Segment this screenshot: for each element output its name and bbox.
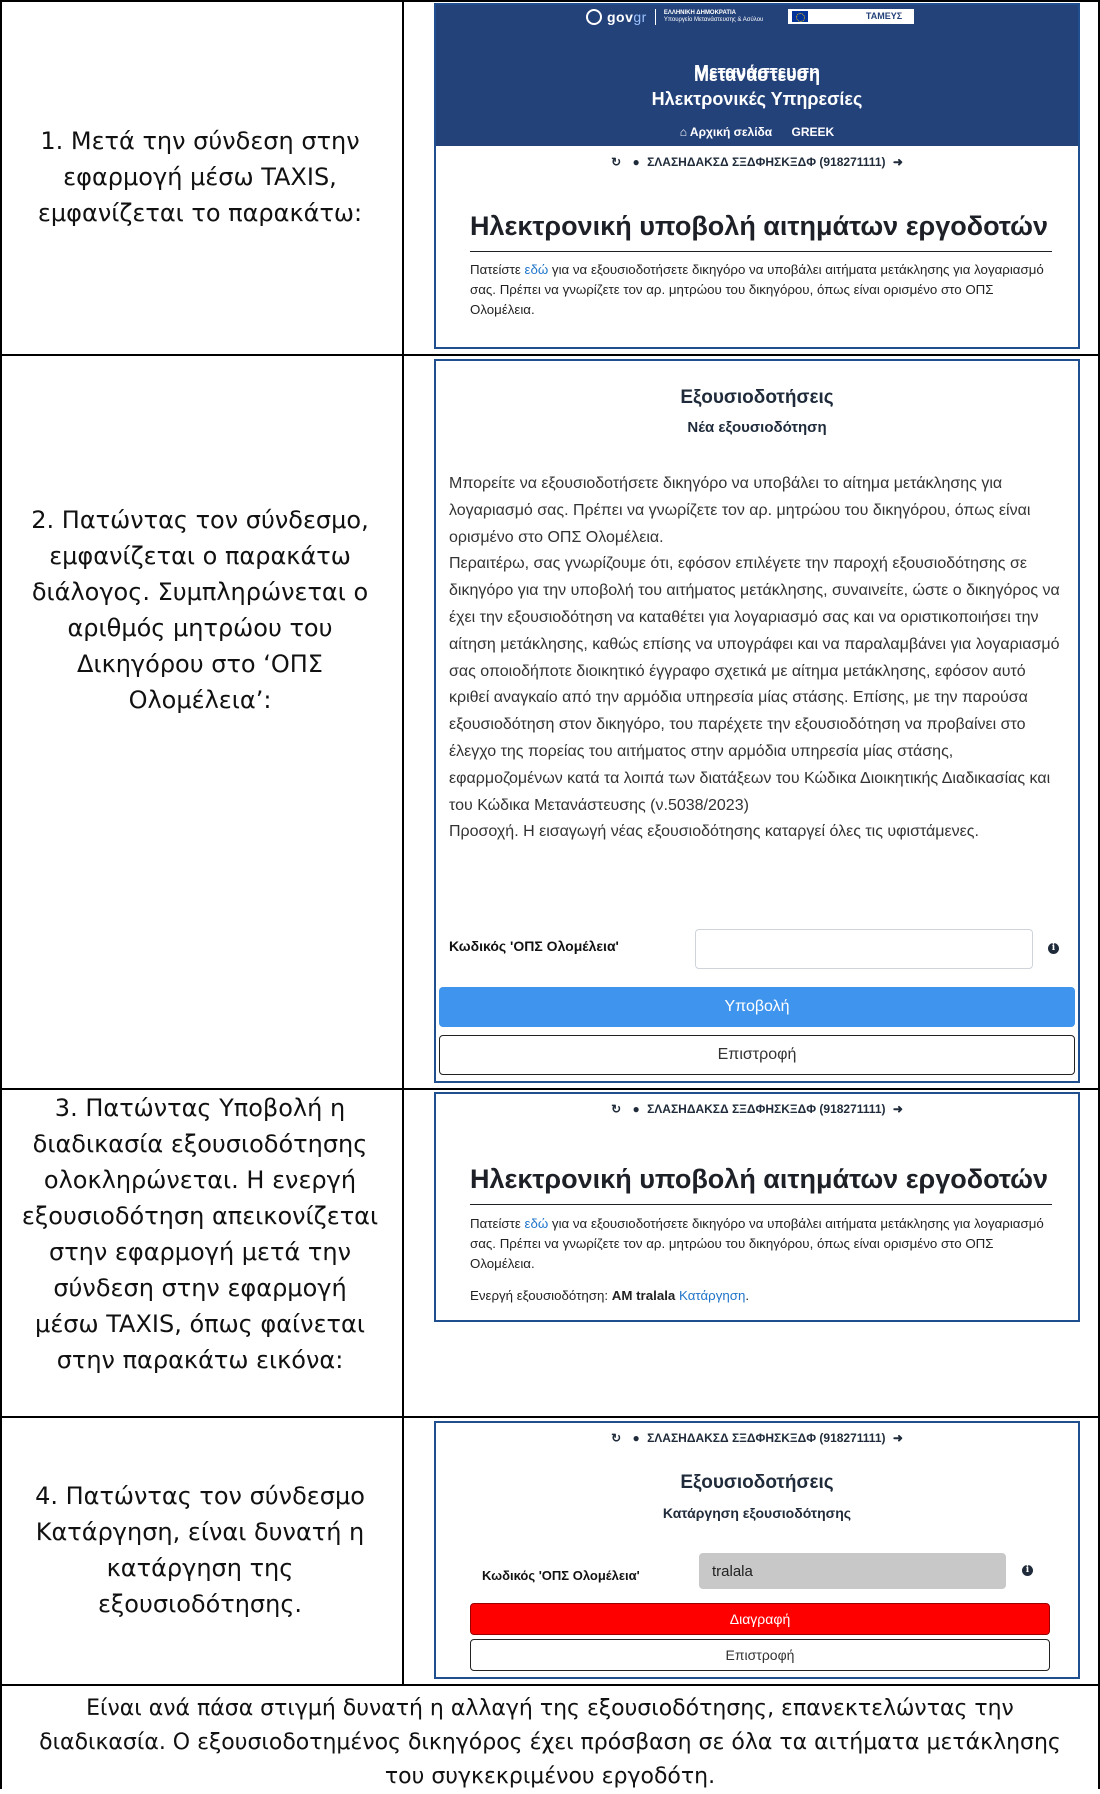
info-icon[interactable]: i: [1048, 943, 1059, 954]
back-button[interactable]: Επιστροφή: [439, 1035, 1075, 1075]
consent-text: Μπορείτε να εξουσιοδοτήσετε δικηγόρο να …: [449, 475, 1060, 841]
page-heading: Ηλεκτρονική υποβολή αιτημάτων εργοδοτών: [470, 1164, 1048, 1194]
portal-title-1: Μετανάστευση: [694, 65, 820, 85]
portal-nav-links: ⌂ Αρχική σελίδα GREEK: [436, 125, 1078, 139]
dialog-title: Εξουσιοδοτήσεις: [680, 1472, 834, 1493]
intro-text-end: για να εξουσιοδοτήσετε δικηγόρο να υποβά…: [470, 1216, 1044, 1271]
opsolomeleia-label: Κωδικός 'ΟΠΣ Ολομέλεια': [449, 938, 619, 954]
logout-icon[interactable]: ➜: [893, 1102, 903, 1116]
active-authorization-line: Ενεργή εξουσιοδότηση: AM tralala Κατάργη…: [470, 1286, 1052, 1306]
step-4-text: 4. Πατώντας τον σύνδεσμο Κατάργηση, είνα…: [35, 1482, 365, 1618]
step-1-cell: 1. Μετά την σύνδεση στην εφαρμογή μέσω T…: [0, 0, 400, 354]
dialog-subtitle: Κατάργηση εξουσιοδότησης: [662, 1505, 852, 1521]
opsolomeleia-value: tralala: [712, 1563, 753, 1580]
intro-paragraph: Πατείστε εδώ για να εξουσιοδοτήσετε δικη…: [470, 260, 1052, 320]
gov-logo[interactable]: govgr ΕΛΛΗΝΙΚΗ ΔΗΜΟΚΡΑΤΙΑ Υπουργείο Μεταν…: [586, 9, 763, 25]
step-2-text: 2. Πατώντας τον σύνδεσμο, εμφανίζεται ο …: [31, 506, 369, 714]
refresh-icon[interactable]: ↻: [611, 1102, 621, 1116]
refresh-icon[interactable]: ↻: [611, 155, 621, 169]
logo-divider: [654, 9, 656, 25]
dialog-title: Εξουσιοδοτήσεις: [680, 387, 834, 408]
eu-flag-icon: [792, 11, 808, 22]
user-icon: ●: [632, 155, 640, 169]
info-icon[interactable]: i: [1022, 1565, 1033, 1576]
active-label: Ενεργή εξουσιοδότηση:: [470, 1288, 612, 1303]
step-3-text: 3. Πατώντας Υποβολή η διαδικασία εξουσιο…: [21, 1094, 379, 1374]
revoke-authorization-dialog: ↻ ● ΣΛΑΣΗΔΑΚΣΔ ΣΞΔΦΗΣΚΞΔΦ (918271111) ➜ …: [434, 1421, 1080, 1679]
user-icon: ●: [632, 1102, 640, 1116]
intro-text-start: Πατείστε: [470, 262, 525, 277]
footer-text: Είναι ανά πάσα στιγμή δυνατή η αλλαγή τη…: [39, 1696, 1061, 1789]
step-1-text: 1. Μετά την σύνδεση στην εφαρμογή μέσω T…: [37, 127, 363, 227]
user-bar: ↻ ● ΣΛΑΣΗΔΑΚΣΔ ΣΞΔΦΗΣΚΞΔΦ (918271111) ➜: [436, 1102, 1078, 1116]
tameio-logo: ΤΑΜΕΥΣ: [854, 9, 914, 24]
authorize-link[interactable]: εδώ: [525, 262, 549, 277]
user-icon: ●: [632, 1431, 640, 1445]
active-value: AM tralala: [611, 1288, 676, 1303]
gov-logo-gr: gr: [633, 9, 647, 25]
submit-button[interactable]: Υποβολή: [439, 987, 1075, 1027]
user-bar: ↻ ● ΣΛΑΣΗΔΑΚΣΔ ΣΞΔΦΗΣΚΞΔΦ (918271111) ➜: [436, 155, 1078, 169]
user-bar: ↻ ● ΣΛΑΣΗΔΑΚΣΔ ΣΞΔΦΗΣΚΞΔΦ (918271111) ➜: [436, 1431, 1078, 1445]
refresh-icon[interactable]: ↻: [611, 1431, 621, 1445]
portal-title-block: Μετανάστευση Ηλεκτρονικές Υπηρεσίες: [436, 63, 1078, 111]
republic-name: ΕΛΛΗΝΙΚΗ ΔΗΜΟΚΡΑΤΙΑ: [663, 10, 736, 16]
user-name: ΣΛΑΣΗΔΑΚΣΔ ΣΞΔΦΗΣΚΞΔΦ (918271111): [647, 1431, 886, 1445]
delete-button[interactable]: Διαγραφή: [470, 1603, 1050, 1635]
step-2-cell: 2. Πατώντας τον σύνδεσμο, εμφανίζεται ο …: [0, 354, 400, 1088]
dialog-subtitle: Νέα εξουσιοδότηση: [687, 419, 827, 436]
intro-text-start: Πατείστε: [470, 1216, 525, 1231]
opsolomeleia-input: tralala: [699, 1553, 1006, 1589]
opsolomeleia-input[interactable]: [695, 929, 1033, 969]
heading-rule: [470, 1204, 1052, 1205]
step-3-cell: 3. Πατώντας Υποβολή η διαδικασία εξουσιο…: [0, 1090, 400, 1416]
portal-home-screenshot: govgr ΕΛΛΗΝΙΚΗ ΔΗΜΟΚΡΑΤΙΑ Υπουργείο Μεταν…: [434, 3, 1080, 349]
gov-seal-icon: [586, 9, 602, 25]
column-divider: [402, 0, 404, 1684]
ministry-name: Υπουργείο Μετανάστευσης & Ασύλου: [663, 17, 764, 23]
logout-icon[interactable]: ➜: [893, 155, 903, 169]
page-heading: Ηλεκτρονική υποβολή αιτημάτων εργοδοτών: [470, 211, 1048, 241]
intro-text-end: για να εξουσιοδοτήσετε δικηγόρο να υποβά…: [470, 262, 1044, 317]
eu-funding-text: ​: [810, 11, 852, 16]
heading-rule: [470, 251, 1052, 252]
active-authorization-screenshot: ↻ ● ΣΛΑΣΗΔΑΚΣΔ ΣΞΔΦΗΣΚΞΔΦ (918271111) ➜ …: [434, 1092, 1080, 1322]
intro-paragraph: Πατείστε εδώ για να εξουσιοδοτήσετε δικη…: [470, 1214, 1052, 1274]
home-icon: ⌂: [679, 125, 688, 139]
user-name: ΣΛΑΣΗΔΑΚΣΔ ΣΞΔΦΗΣΚΞΔΦ (918271111): [647, 1102, 886, 1116]
back-button[interactable]: Επιστροφή: [470, 1639, 1050, 1671]
gov-logo-text: gov: [607, 9, 634, 25]
revoke-link[interactable]: Κατάργηση: [679, 1288, 745, 1303]
footer-note: Είναι ανά πάσα στιγμή δυνατή η αλλαγή τη…: [0, 1684, 1100, 1789]
authorize-link[interactable]: εδώ: [525, 1216, 549, 1231]
nav-language-link[interactable]: GREEK: [792, 125, 835, 139]
document: 1. Μετά την σύνδεση στην εφαρμογή μέσω T…: [0, 0, 1100, 1789]
portal-title-2: Ηλεκτρονικές Υπηρεσίες: [651, 89, 863, 109]
nav-home-link[interactable]: Αρχική σελίδα: [690, 125, 772, 139]
user-name: ΣΛΑΣΗΔΑΚΣΔ ΣΞΔΦΗΣΚΞΔΦ (918271111): [647, 155, 886, 169]
portal-header: govgr ΕΛΛΗΝΙΚΗ ΔΗΜΟΚΡΑΤΙΑ Υπουργείο Μεταν…: [436, 5, 1078, 118]
logout-icon[interactable]: ➜: [893, 1431, 903, 1445]
opsolomeleia-label: Κωδικός 'ΟΠΣ Ολομέλεια': [482, 1568, 640, 1583]
step-4-cell: 4. Πατώντας τον σύνδεσμο Κατάργηση, είνα…: [0, 1416, 400, 1684]
new-authorization-dialog: Εξουσιοδοτήσεις Νέα εξουσιοδότηση Μπορεί…: [434, 359, 1080, 1083]
revoke-period: .: [745, 1288, 750, 1303]
